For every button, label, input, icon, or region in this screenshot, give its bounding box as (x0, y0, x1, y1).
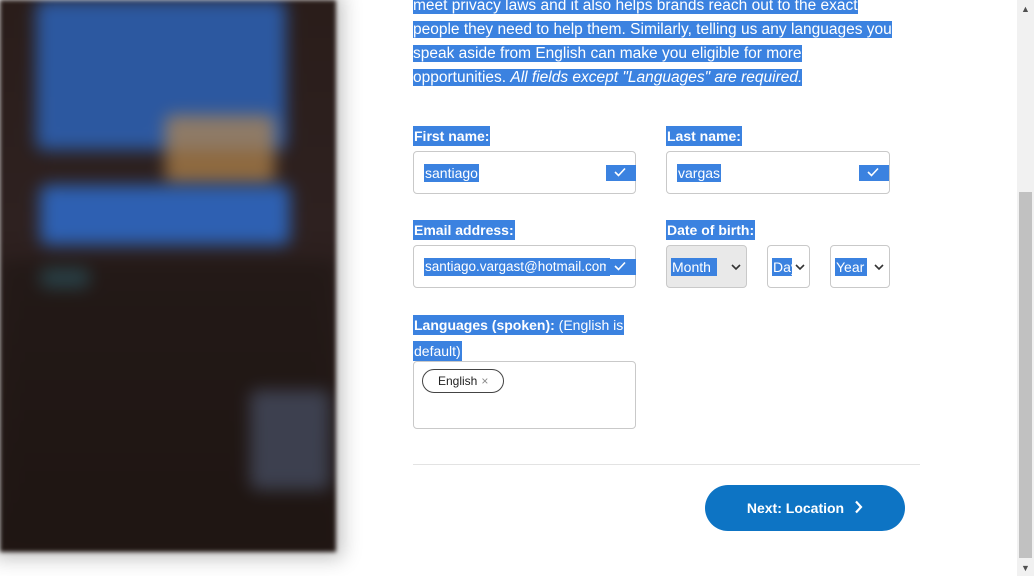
dob-month-value: Month (671, 258, 717, 276)
scroll-thumb[interactable] (1019, 192, 1032, 558)
next-button-label: Next: Location (746, 500, 845, 516)
first-name-value: santiago (424, 164, 479, 182)
dob-day-select[interactable]: Day (767, 245, 810, 288)
next-location-button[interactable]: Next: Location (705, 485, 905, 531)
chevron-down-icon (874, 260, 884, 278)
check-icon (606, 259, 636, 275)
chevron-right-icon (854, 500, 863, 517)
intro-line-3: speak aside from English can make you el… (413, 45, 802, 62)
last-name-field[interactable]: vargas (666, 151, 890, 194)
language-chip-label: English (438, 374, 478, 388)
dob-year-value: Year (835, 258, 867, 276)
intro-line-1: meet privacy laws and it also helps bran… (413, 0, 858, 14)
dob-label: Date of birth: (666, 220, 756, 240)
first-name-field[interactable]: santiago (413, 151, 636, 194)
last-name-label: Last name: (666, 126, 742, 146)
email-value: santiago.vargast@hotmail.com (424, 258, 610, 276)
chevron-down-icon (795, 260, 805, 278)
email-label: Email address: (413, 220, 515, 240)
dob-month-select[interactable]: Month (666, 245, 747, 288)
first-name-label: First name: (413, 126, 491, 146)
language-chip[interactable]: English × (422, 369, 505, 393)
check-icon (606, 165, 636, 181)
scroll-up-icon[interactable]: ▲ (1017, 0, 1034, 17)
divider (413, 464, 920, 465)
check-icon (859, 165, 889, 181)
vertical-scrollbar[interactable]: ▲ ▼ (1017, 0, 1034, 576)
last-name-value: vargas (677, 164, 722, 182)
intro-line-4: opportunities. All fields except "Langua… (413, 69, 803, 86)
email-field[interactable]: santiago.vargast@hotmail.com (413, 245, 636, 288)
languages-label: Languages (spoken): (English is (413, 315, 625, 335)
intro-paragraph: meet privacy laws and it also helps bran… (413, 0, 913, 90)
required-note: All fields except "Languages" are requir… (510, 69, 803, 86)
languages-label-cont: default) (413, 341, 462, 361)
hero-image (0, 0, 336, 552)
chevron-down-icon (731, 260, 741, 278)
scroll-down-icon[interactable]: ▼ (1017, 559, 1034, 576)
languages-input[interactable]: English × (413, 361, 636, 429)
dob-year-select[interactable]: Year (830, 245, 890, 288)
intro-line-2: people they need to help them. Similarly… (413, 21, 892, 38)
remove-icon[interactable]: × (481, 374, 488, 388)
dob-day-value: Day (772, 258, 792, 276)
